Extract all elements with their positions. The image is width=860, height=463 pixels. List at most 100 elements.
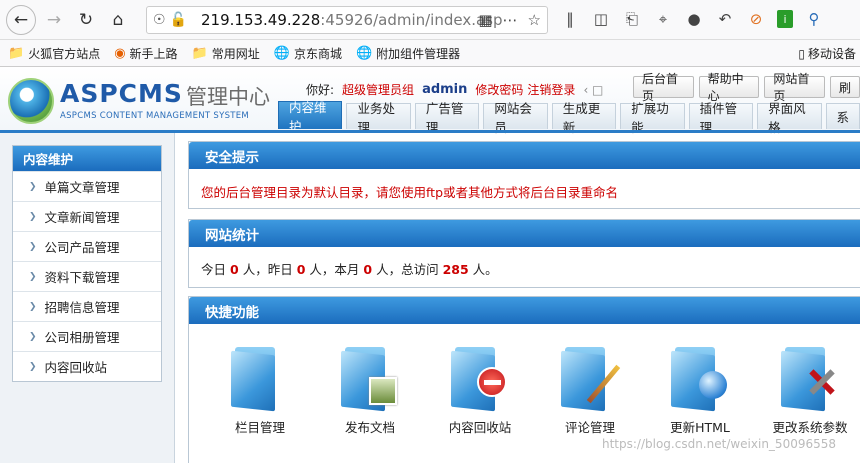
bookmark-item[interactable]: 📁 常用网址 xyxy=(192,45,260,62)
app-header: ASPCMS 管理中心 ASPCMS CONTENT MANAGEMENT SY… xyxy=(0,67,860,135)
sidebar-icon[interactable]: ◫ xyxy=(591,8,611,30)
forward-arrow-icon[interactable]: → xyxy=(40,6,68,34)
tab-content[interactable]: 内容维护 xyxy=(278,100,343,134)
shield-icon[interactable]: ☉ xyxy=(153,12,166,28)
quick-item-system-params[interactable]: 更改系统参数 xyxy=(755,345,860,436)
bookmarks-bar: 📁 火狐官方站点 ◉ 新手上路 📁 常用网址 🌐 京东商城 🌐 附加组件管理器 ▯ 移动设备 xyxy=(0,40,860,67)
chat-icon[interactable]: ● xyxy=(684,8,704,30)
publish-folder-icon xyxy=(341,345,399,412)
sidebar-title: 内容维护 xyxy=(13,146,161,171)
scroll-left-icon[interactable]: ‹ □ xyxy=(583,83,603,97)
mobile-bookmarks[interactable]: ▯ 移动设备 xyxy=(798,45,856,62)
screenshot-icon[interactable]: ⎗ xyxy=(622,8,642,30)
qr-code-icon[interactable]: ▦ xyxy=(478,11,492,29)
sidebar-item-label: 招聘信息管理 xyxy=(44,300,120,315)
stats-label: 人。 xyxy=(472,262,498,277)
chevron-right-icon: ❯ xyxy=(29,331,37,342)
quick-item-comments[interactable]: 评论管理 xyxy=(535,345,645,436)
security-title: 安全提示 xyxy=(189,142,860,169)
quick-item-update-html[interactable]: 更新HTML xyxy=(645,345,755,436)
security-message: 您的后台管理目录为默认目录，请您使用ftp或者其他方式将后台目录重命名 xyxy=(201,185,619,200)
sidebar-item[interactable]: ❯ 招聘信息管理 xyxy=(13,291,161,321)
quick-item-label: 更改系统参数 xyxy=(772,420,848,435)
sidebar-item[interactable]: ❯ 资料下载管理 xyxy=(13,261,161,291)
sidebar-item[interactable]: ❯ 内容回收站 xyxy=(13,351,161,381)
blocked-icon[interactable]: ⊘ xyxy=(746,8,766,30)
address-bar[interactable]: ☉ 🔓 219.153.49.228:45926/admin/index.asp… xyxy=(146,6,548,34)
bookmark-label: 新手上路 xyxy=(129,46,178,61)
main-tabs: 内容维护 业务处理 广告管理 网站会员 生成更新 扩展功能 插件管理 界面风格 … xyxy=(278,100,860,135)
tab-members[interactable]: 网站会员 xyxy=(483,101,548,135)
insecure-lock-icon[interactable]: 🔓 xyxy=(170,12,187,28)
stats-label: 人，本月 xyxy=(309,262,360,277)
stats-label: 人，昨日 xyxy=(242,262,293,277)
bookmark-item[interactable]: ◉ 新手上路 xyxy=(114,45,177,62)
stats-title: 网站统计 xyxy=(189,220,860,247)
quick-item-label: 评论管理 xyxy=(564,420,615,435)
sidebar-item[interactable]: ❯ 公司产品管理 xyxy=(13,231,161,261)
quick-item-recycle[interactable]: 内容回收站 xyxy=(425,345,535,436)
sidebar: 内容维护 ❯ 单篇文章管理 ❯ 文章新闻管理 ❯ 公司产品管理 ❯ 资料下载管理 ❯ 招聘… xyxy=(0,133,175,463)
home-icon[interactable]: ⌂ xyxy=(104,6,132,34)
bookmark-item[interactable]: 🌐 附加组件管理器 xyxy=(356,45,460,62)
folder-icon: 📁 xyxy=(8,45,25,61)
back-arrow-icon[interactable]: ← xyxy=(6,4,36,35)
chevron-right-icon: ❯ xyxy=(29,301,37,312)
tab-system[interactable]: 系 xyxy=(825,103,860,129)
stats-panel: 网站统计 今日 0 人，昨日 0 人，本月 0 人，总访问 285 人。 xyxy=(188,219,860,288)
browser-toolbar: ← → ↻ ⌂ ☉ 🔓 219.153.49.228:45926/admin/i… xyxy=(0,0,860,40)
sidebar-item-label: 公司产品管理 xyxy=(44,240,120,255)
help-center-button[interactable]: 帮助中心 xyxy=(698,72,760,103)
chevron-right-icon: ❯ xyxy=(29,211,37,222)
stats-month: 0 xyxy=(363,262,373,277)
change-password-link[interactable]: 修改密码 xyxy=(475,81,523,98)
quick-item-publish[interactable]: 发布文档 xyxy=(315,345,425,436)
undo-icon[interactable]: ↶ xyxy=(715,8,735,30)
globe-icon: 🌐 xyxy=(355,45,373,61)
tab-extensions[interactable]: 扩展功能 xyxy=(620,101,685,135)
reload-icon[interactable]: ↻ xyxy=(72,6,100,34)
refresh-button[interactable]: 刷 xyxy=(829,76,860,98)
bookmark-label: 火狐官方站点 xyxy=(28,46,101,61)
greeting: 你好: xyxy=(306,83,335,97)
aspcms-logo-icon xyxy=(8,78,54,124)
tab-themes[interactable]: 界面风格 xyxy=(757,101,822,135)
bookmark-item[interactable]: 🌐 京东商城 xyxy=(274,45,342,62)
bookmark-item[interactable]: 📁 火狐官方站点 xyxy=(8,45,100,62)
bookmark-star-icon[interactable]: ☆ xyxy=(528,11,541,29)
sidebar-item[interactable]: ❯ 公司相册管理 xyxy=(13,321,161,351)
tab-plugins[interactable]: 插件管理 xyxy=(688,101,754,135)
logout-link[interactable]: 注销登录 xyxy=(527,81,575,98)
mobile-bookmarks-label: 移动设备 xyxy=(807,47,856,61)
quick-item-label: 内容回收站 xyxy=(448,420,512,435)
chevron-right-icon: ❯ xyxy=(29,241,37,252)
info-icon[interactable]: i xyxy=(777,10,793,28)
translate-icon[interactable]: ⚲ xyxy=(804,8,824,30)
crop-icon[interactable]: ⌖ xyxy=(653,8,673,30)
user-role: 超级管理员组 xyxy=(342,83,415,97)
logo-subtitle: ASPCMS CONTENT MANAGEMENT SYSTEM xyxy=(60,111,250,121)
site-home-button[interactable]: 网站首页 xyxy=(764,72,825,103)
stats-total: 285 xyxy=(442,262,469,277)
tab-business[interactable]: 业务处理 xyxy=(346,101,411,135)
library-icon[interactable]: ‖ xyxy=(560,8,580,30)
recycle-folder-icon xyxy=(451,345,509,412)
quick-item-label: 发布文档 xyxy=(344,420,395,435)
tab-generate[interactable]: 生成更新 xyxy=(551,101,617,135)
quick-item-columns[interactable]: 栏目管理 xyxy=(205,345,315,436)
admin-home-button[interactable]: 后台首页 xyxy=(633,72,694,103)
more-actions-icon[interactable]: ⋯ xyxy=(503,11,518,29)
sidebar-item[interactable]: ❯ 文章新闻管理 xyxy=(13,201,161,231)
quick-item-label: 栏目管理 xyxy=(234,420,285,435)
bookmark-label: 京东商城 xyxy=(293,46,342,61)
logo-text: ASPCMS xyxy=(60,79,183,108)
sidebar-item-label: 单篇文章管理 xyxy=(44,180,120,195)
stats-yesterday: 0 xyxy=(296,262,306,277)
sidebar-item[interactable]: ❯ 单篇文章管理 xyxy=(13,171,161,201)
url-text[interactable]: 219.153.49.228:45926/admin/index.asp xyxy=(201,11,503,29)
tab-ads[interactable]: 广告管理 xyxy=(414,101,480,135)
firefox-icon: ◉ xyxy=(114,45,126,61)
security-panel: 安全提示 您的后台管理目录为默认目录，请您使用ftp或者其他方式将后台目录重命名 xyxy=(188,141,860,209)
quick-items: 栏目管理 发布文档 内容回收站 评论管理 更新HTML 更改系统参数 xyxy=(205,345,860,436)
chevron-right-icon: ❯ xyxy=(29,271,37,282)
